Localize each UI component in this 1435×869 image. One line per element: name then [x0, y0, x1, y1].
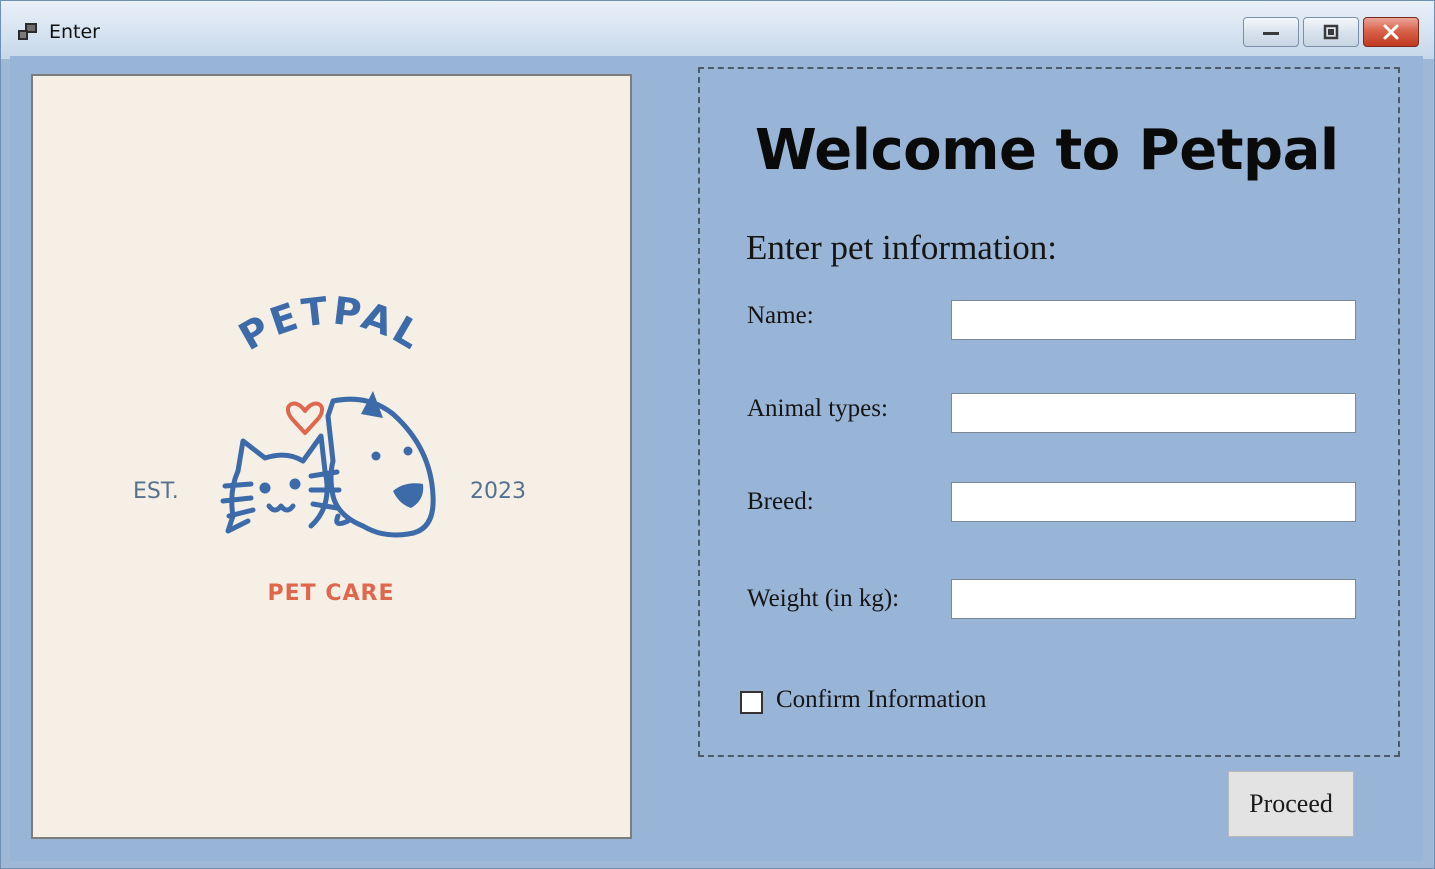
close-icon: [1383, 24, 1399, 40]
welcome-heading: Welcome to Petpal: [755, 118, 1339, 183]
logo-tagline-text: PET CARE: [268, 581, 395, 606]
window-title: Enter: [49, 21, 100, 43]
confirm-checkbox-label[interactable]: Confirm Information: [776, 686, 986, 714]
dog-eye-right: [403, 446, 413, 456]
animal-types-input[interactable]: [951, 393, 1356, 433]
title-bar[interactable]: Enter: [1, 1, 1434, 59]
restore-icon: [1323, 24, 1339, 40]
logo-est-text: EST.: [133, 479, 179, 504]
dog-icon: [325, 396, 436, 538]
confirm-checkbox[interactable]: [740, 691, 763, 714]
cat-icon: [220, 433, 342, 534]
dog-nose: [393, 483, 424, 508]
form-subtitle: Enter pet information:: [746, 228, 1058, 267]
heart-icon: [286, 401, 324, 435]
minimize-icon: [1263, 32, 1279, 35]
minimize-button[interactable]: [1243, 17, 1299, 47]
maximize-button[interactable]: [1303, 17, 1359, 47]
close-button[interactable]: [1363, 17, 1419, 47]
animal-types-label: Animal types:: [747, 395, 888, 422]
logo-picture-box: PETPAL EST. 2023 PET CARE: [31, 74, 632, 839]
proceed-button[interactable]: Proceed: [1228, 771, 1354, 837]
name-input[interactable]: [951, 300, 1356, 340]
breed-label: Breed:: [747, 488, 814, 515]
app-icon: [17, 22, 39, 42]
weight-input[interactable]: [951, 579, 1356, 619]
dog-eye-left: [371, 451, 381, 461]
petpal-logo-image: PETPAL EST. 2023 PET CARE: [133, 288, 526, 606]
name-label: Name:: [747, 302, 814, 329]
logo-brand-text: PETPAL: [231, 288, 430, 359]
breed-input[interactable]: [951, 482, 1356, 522]
logo-year-text: 2023: [470, 479, 526, 504]
weight-label: Weight (in kg):: [747, 585, 900, 612]
